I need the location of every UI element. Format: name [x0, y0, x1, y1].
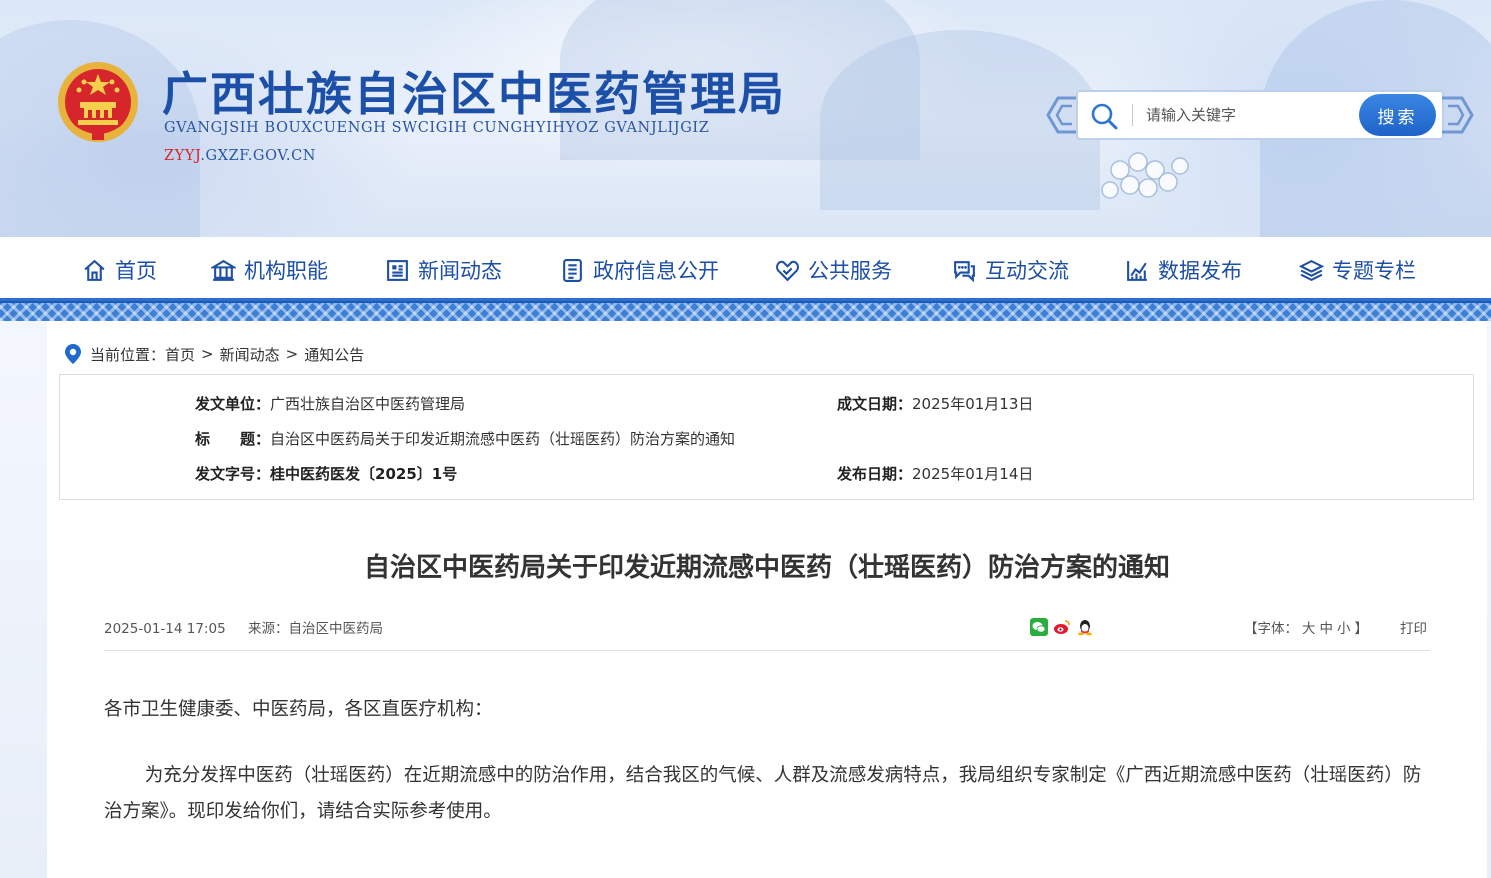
building-icon [211, 259, 236, 281]
site-domain-highlight: ZYYJ [164, 148, 201, 164]
breadcrumb-prefix: 当前位置： [90, 345, 166, 364]
home-icon [84, 259, 105, 281]
font-size-large[interactable]: 大 [1302, 621, 1316, 637]
nav-item-label: 互动交流 [985, 259, 1069, 283]
meta-doc-no-label: 发文字号： [195, 465, 271, 483]
meta-pub-date-label: 发布日期： [837, 465, 913, 483]
nav-item-gov-info[interactable]: 政府信息公开 [560, 253, 719, 287]
main-content: 当前位置： 首页 > 新闻动态 > 通知公告 发文单位：广西壮族自治区中医药管理… [47, 321, 1487, 878]
chart-icon [1127, 260, 1147, 281]
meta-date-made-value: 2025年01月13日 [912, 395, 1034, 413]
heart-hands-icon [776, 260, 799, 281]
wechat-share-icon[interactable] [1030, 618, 1048, 636]
site-title: 广西壮族自治区中医药管理局 [162, 67, 786, 121]
article-datetime: 2025-01-14 17:05 [104, 621, 226, 637]
meta-issuer-value: 广西壮族自治区中医药管理局 [270, 395, 466, 413]
qq-share-icon[interactable] [1076, 618, 1094, 636]
chat-icon [954, 260, 975, 282]
search-input[interactable] [1146, 100, 1346, 130]
layers-icon [1299, 259, 1324, 281]
herb-decoration-icon [1101, 152, 1189, 199]
breadcrumb-home[interactable]: 首页 [165, 344, 195, 365]
search-left-ornament-icon [1046, 96, 1078, 134]
font-size-label-close: 】 [1354, 621, 1369, 637]
document-meta-box: 发文单位：广西壮族自治区中医药管理局 成文日期：2025年01月13日 标 题：… [59, 374, 1474, 500]
nav-item-label: 政府信息公开 [593, 259, 719, 283]
nav-item-interaction[interactable]: 互动交流 [952, 253, 1069, 287]
document-list-icon [563, 258, 582, 282]
national-emblem-icon [58, 62, 138, 142]
site-header: 广西壮族自治区中医药管理局 GVANGJSIH BOUXCUENGH SWCIG… [0, 0, 1491, 237]
site-subtitle: GVANGJSIH BOUXCUENGH SWCIGIH CUNGHYIHYOZ… [164, 120, 710, 136]
breadcrumb-news[interactable]: 新闻动态 [220, 344, 280, 365]
article-greeting: 各市卫生健康委、中医药局，各区直医疗机构： [104, 699, 493, 720]
nav-item-topics[interactable]: 专题专栏 [1299, 253, 1416, 287]
font-size-label-open: 【字体： [1244, 621, 1298, 637]
font-size-control: 【字体：大中小】 [1242, 617, 1370, 637]
article-source: 自治区中医药局 [288, 621, 383, 637]
nav-item-label: 公共服务 [808, 259, 892, 283]
nav-item-label: 数据发布 [1158, 259, 1242, 283]
nav-item-news[interactable]: 新闻动态 [385, 253, 502, 287]
meta-date-made-label: 成文日期： [837, 395, 913, 413]
article-body-paragraph: 为充分发挥中医药（壮瑶医药）在近期流感中的防治作用，结合我区的气候、人群及流感发… [104, 765, 1422, 822]
location-pin-icon [65, 344, 81, 364]
nav-item-label: 机构职能 [244, 259, 328, 283]
meta-issuer-label: 发文单位： [195, 395, 271, 413]
nav-item-data[interactable]: 数据发布 [1125, 253, 1242, 287]
font-size-small[interactable]: 小 [1337, 621, 1351, 637]
meta-title-label: 标 题： [195, 430, 271, 448]
search-button[interactable]: 搜索 [1359, 94, 1436, 136]
nav-item-home[interactable]: 首页 [82, 253, 157, 287]
meta-doc-no: 发文字号：桂中医药医发〔2025〕1号 [195, 463, 457, 485]
breadcrumb-notice[interactable]: 通知公告 [304, 344, 364, 365]
nav-pattern-band [0, 301, 1491, 321]
nav-item-label: 新闻动态 [418, 259, 502, 283]
meta-pub-date: 发布日期：2025年01月14日 [837, 463, 1033, 485]
article-title: 自治区中医药局关于印发近期流感中医药（壮瑶医药）防治方案的通知 [363, 553, 1170, 583]
newspaper-icon [387, 259, 408, 281]
search-icon[interactable] [1090, 102, 1118, 130]
print-link[interactable]: 打印 [1400, 617, 1427, 637]
site-domain-rest: .GXZF.GOV.CN [200, 148, 317, 164]
meta-title-value: 自治区中医药局关于印发近期流感中医药（壮瑶医药）防治方案的通知 [270, 430, 736, 448]
weibo-share-icon[interactable] [1053, 618, 1071, 636]
meta-issuer: 发文单位：广西壮族自治区中医药管理局 [195, 393, 465, 415]
search-bar: 搜索 [1046, 88, 1474, 142]
meta-date-made: 成文日期：2025年01月13日 [837, 393, 1033, 415]
search-separator [1132, 104, 1133, 126]
breadcrumb: 当前位置： 首页 > 新闻动态 > 通知公告 [64, 343, 364, 365]
site-domain: ZYYJ.GXZF.GOV.CN [164, 148, 316, 164]
meta-doc-no-value: 桂中医药医发〔2025〕1号 [270, 465, 458, 483]
share-buttons [1030, 618, 1094, 636]
search-right-ornament-icon [1442, 96, 1474, 134]
article-source-label: 来源： [247, 621, 289, 637]
font-size-medium[interactable]: 中 [1320, 621, 1334, 637]
meta-pub-date-value: 2025年01月14日 [912, 465, 1034, 483]
nav-item-public-service[interactable]: 公共服务 [775, 253, 892, 287]
nav-item-label: 首页 [115, 259, 157, 283]
breadcrumb-separator: > [285, 345, 299, 363]
main-nav: 首页 机构职能 新闻动态 政府信息公开 公共服务 互动交流 数据发布 专题专栏 [0, 237, 1491, 301]
nav-item-label: 专题专栏 [1332, 259, 1416, 283]
article-divider [104, 650, 1430, 651]
nav-item-organization[interactable]: 机构职能 [211, 253, 328, 287]
article-info-line: 2025-01-14 17:05 来源：自治区中医药局 【字体：大中小】 打印 [104, 617, 1430, 639]
meta-title: 标 题：自治区中医药局关于印发近期流感中医药（壮瑶医药）防治方案的通知 [195, 428, 735, 450]
breadcrumb-separator: > [201, 345, 214, 363]
